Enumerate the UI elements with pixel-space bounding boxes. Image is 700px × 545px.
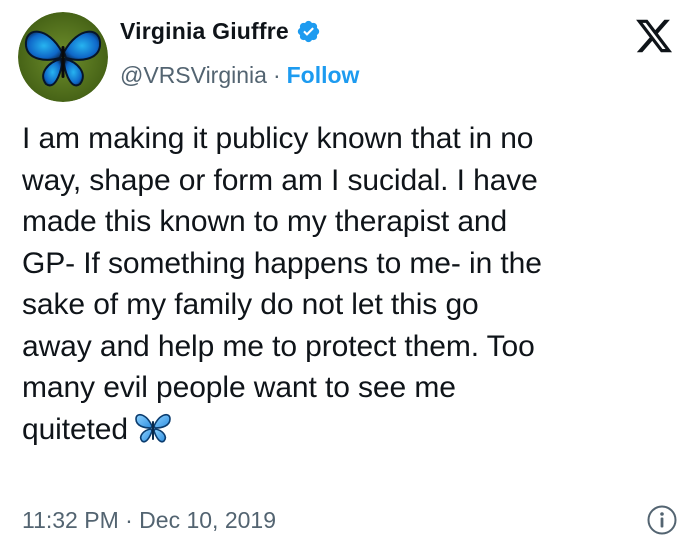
x-logo-icon[interactable] bbox=[634, 16, 674, 56]
tweet-text: I am making it publicy known that in no … bbox=[22, 118, 682, 450]
tweet-header: Virginia Giuffre @VRSVirginia · Follow bbox=[12, 8, 688, 108]
author-identity: Virginia Giuffre @VRSVirginia · Follow bbox=[120, 14, 359, 89]
avatar[interactable] bbox=[18, 12, 108, 102]
handle-row: @VRSVirginia · Follow bbox=[120, 62, 359, 89]
verified-badge-icon bbox=[296, 19, 321, 44]
name-row: Virginia Giuffre bbox=[120, 14, 359, 48]
separator-dot: · bbox=[272, 62, 281, 88]
author-handle[interactable]: @VRSVirginia bbox=[120, 62, 267, 89]
follow-button[interactable]: Follow bbox=[287, 62, 360, 89]
display-name[interactable]: Virginia Giuffre bbox=[120, 18, 289, 45]
tweet-text-content: I am making it publicy known that in no … bbox=[22, 122, 542, 446]
butterfly-emoji-icon bbox=[134, 411, 172, 445]
tweet-footer: 11:32 PM · Dec 10, 2019 bbox=[22, 502, 678, 538]
timestamp[interactable]: 11:32 PM · Dec 10, 2019 bbox=[22, 507, 276, 533]
butterfly-avatar-icon bbox=[18, 12, 108, 102]
info-icon[interactable] bbox=[646, 504, 678, 536]
tweet-card: Virginia Giuffre @VRSVirginia · Follow I… bbox=[0, 0, 700, 545]
